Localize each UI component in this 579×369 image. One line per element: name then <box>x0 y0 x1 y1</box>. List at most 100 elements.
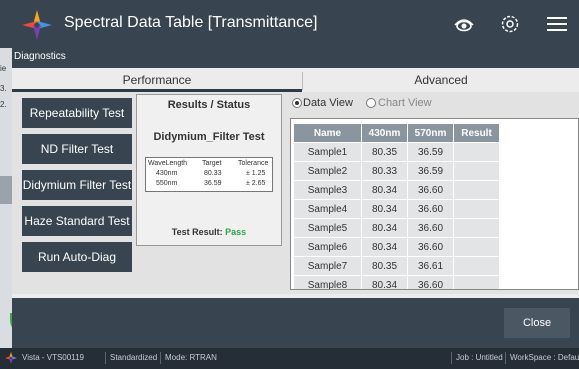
value-570nm: 36.60 <box>407 218 454 238</box>
results-status-box: Results / Status Didymium_Filter Test Wa… <box>136 94 282 246</box>
value-570nm: 36.61 <box>407 256 454 276</box>
didymium-filter-test-button[interactable]: Didymium Filter Test <box>22 170 132 200</box>
tab-performance[interactable]: Performance <box>12 68 302 92</box>
title-bar: Spectral Data Table [Transmittance] <box>0 0 579 48</box>
dialog-title: Diagnostics <box>14 51 66 62</box>
test-result-value: Pass <box>225 227 247 237</box>
value-570nm: 36.60 <box>407 199 454 219</box>
diagnostics-dialog: Diagnostics Performance Advanced Repeata… <box>12 48 579 348</box>
sample-name: Sample1 <box>293 142 362 162</box>
job-label: Job : Untitled <box>456 353 503 362</box>
spec-cell: ± 1.25 <box>246 170 266 177</box>
spec-cell: 80.33 <box>204 170 222 177</box>
sample-name: Sample8 <box>293 275 362 289</box>
dialog-footer: Close <box>12 298 579 348</box>
gear-icon[interactable] <box>498 12 522 36</box>
value-430nm: 80.34 <box>361 218 408 238</box>
spec-table: WaveLength Target Tolerance 430nm 80.33 … <box>145 157 273 192</box>
status-bar: Vista - VTS00119 Standardized Mode: RTRA… <box>0 348 579 369</box>
status-divider <box>160 352 161 364</box>
value-570nm: 36.59 <box>407 161 454 181</box>
value-430nm: 80.34 <box>361 237 408 257</box>
value-430nm: 80.35 <box>361 142 408 162</box>
tab-advanced[interactable]: Advanced <box>303 68 579 92</box>
value-430nm: 80.33 <box>361 161 408 181</box>
spec-header: Target <box>202 160 222 167</box>
instrument-label: Vista - VTS00119 <box>22 353 84 362</box>
result-cell <box>453 199 500 219</box>
sample-data-table: Name 430nm 570nm Result Sample1 80.35 36.5… <box>293 123 500 289</box>
workspace-label: WorkSpace : Defau <box>510 353 579 362</box>
table-row[interactable]: Sample1 80.35 36.59 <box>293 142 500 162</box>
collapse-left-handle[interactable] <box>0 176 12 204</box>
table-row[interactable]: Sample7 80.35 36.61 <box>293 256 500 276</box>
spec-header: Tolerance <box>238 160 269 167</box>
chart-view-label[interactable]: Chart View <box>378 97 432 109</box>
result-cell <box>453 237 500 257</box>
column-header-570nm: 570nm <box>407 123 454 143</box>
column-header-name: Name <box>293 123 362 143</box>
result-cell <box>453 275 500 289</box>
test-result: Test Result: Pass <box>137 227 281 237</box>
spec-cell: 550nm <box>156 180 178 187</box>
table-header-row: Name 430nm 570nm Result <box>293 123 500 143</box>
table-row[interactable]: Sample8 80.34 36.60 <box>293 275 500 289</box>
sample-name: Sample3 <box>293 180 362 200</box>
mode-label: Mode: RTRAN <box>165 353 217 362</box>
status-logo-icon <box>5 352 17 364</box>
result-cell <box>453 256 500 276</box>
data-view-panel[interactable]: Name 430nm 570nm Result Sample1 80.35 36.5… <box>290 118 579 290</box>
spec-cell: 36.59 <box>204 180 222 187</box>
column-header-result: Result <box>453 123 500 143</box>
spec-cell: ± 2.65 <box>246 180 266 187</box>
value-570nm: 36.60 <box>407 237 454 257</box>
haze-standard-test-button[interactable]: Haze Standard Test <box>22 206 132 236</box>
background-text: 3. <box>0 84 7 93</box>
app-logo-icon <box>22 10 52 40</box>
nd-filter-test-button[interactable]: ND Filter Test <box>22 134 132 164</box>
sample-name: Sample5 <box>293 218 362 238</box>
chart-view-radio[interactable] <box>366 98 376 108</box>
value-570nm: 36.59 <box>407 142 454 162</box>
table-row[interactable]: Sample2 80.33 36.59 <box>293 161 500 181</box>
sample-name: Sample2 <box>293 161 362 181</box>
eye-icon[interactable] <box>452 12 476 36</box>
repeatability-test-button[interactable]: Repeatability Test <box>22 98 132 128</box>
test-result-label: Test Result: <box>171 227 223 237</box>
spec-header: WaveLength <box>148 160 188 167</box>
table-row[interactable]: Sample6 80.34 36.60 <box>293 237 500 257</box>
sample-name: Sample4 <box>293 199 362 219</box>
dialog-header: Diagnostics <box>12 48 579 68</box>
close-button[interactable]: Close <box>504 308 570 338</box>
value-430nm: 80.34 <box>361 180 408 200</box>
value-430nm: 80.34 <box>361 275 408 289</box>
status-test-name: Didymium_Filter Test <box>153 131 265 143</box>
result-cell <box>453 218 500 238</box>
sample-name: Sample6 <box>293 237 362 257</box>
standardized-label: Standardized <box>110 353 158 362</box>
table-row[interactable]: Sample3 80.34 36.60 <box>293 180 500 200</box>
performance-panel: Repeatability Test ND Filter Test Didymi… <box>12 92 579 294</box>
app-title: Spectral Data Table [Transmittance] <box>64 14 318 31</box>
value-430nm: 80.34 <box>361 199 408 219</box>
value-430nm: 80.35 <box>361 256 408 276</box>
result-cell <box>453 142 500 162</box>
status-divider <box>105 352 106 364</box>
radio-selected-dot <box>295 101 299 105</box>
data-view-radio[interactable] <box>292 98 302 108</box>
column-header-430nm: 430nm <box>361 123 408 143</box>
value-570nm: 36.60 <box>407 275 454 289</box>
dialog-tabs: Performance Advanced <box>12 68 579 92</box>
background-text: 2. <box>0 100 7 109</box>
menu-icon[interactable] <box>545 12 569 36</box>
table-row[interactable]: Sample4 80.34 36.60 <box>293 199 500 219</box>
status-divider <box>505 352 506 364</box>
data-view-label[interactable]: Data View <box>303 97 353 109</box>
run-auto-diag-button[interactable]: Run Auto-Diag <box>22 242 132 272</box>
sample-name: Sample7 <box>293 256 362 276</box>
result-cell <box>453 161 500 181</box>
value-570nm: 36.60 <box>407 180 454 200</box>
result-cell <box>453 180 500 200</box>
status-divider <box>451 352 452 364</box>
table-row[interactable]: Sample5 80.34 36.60 <box>293 218 500 238</box>
